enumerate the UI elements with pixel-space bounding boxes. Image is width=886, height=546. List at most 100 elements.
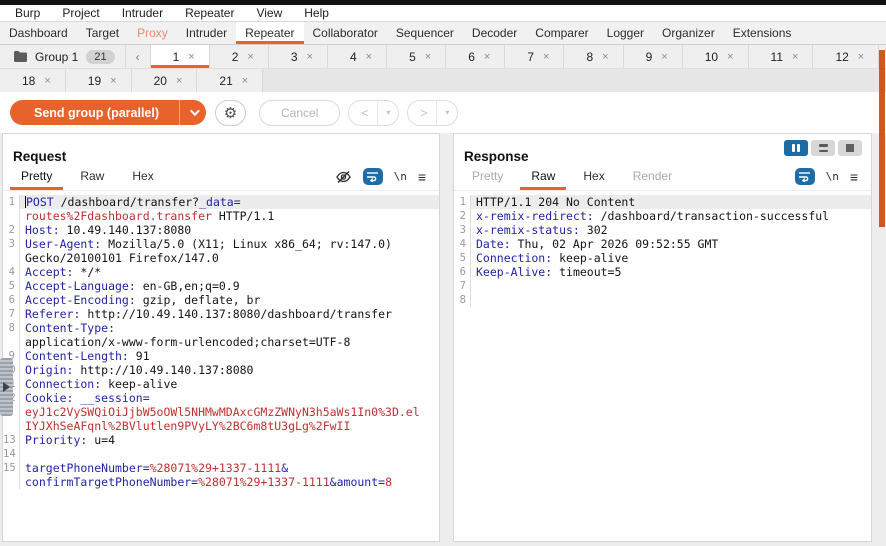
tab-close-icon[interactable]: × bbox=[425, 51, 431, 63]
back-dropdown-icon[interactable]: ▾ bbox=[377, 100, 398, 125]
response-tab-pretty[interactable]: Pretty bbox=[458, 169, 517, 190]
editor-menu-icon[interactable]: ≡ bbox=[418, 170, 426, 184]
send-dropdown-button[interactable] bbox=[179, 100, 206, 125]
editor-line-text[interactable]: Connection: keep-alive bbox=[20, 377, 439, 391]
editor-line-text[interactable]: Content-Type: bbox=[20, 321, 439, 335]
tab-close-icon[interactable]: × bbox=[366, 51, 372, 63]
editor-line-text[interactable] bbox=[471, 293, 871, 307]
editor-line-text[interactable]: User-Agent: Mozilla/5.0 (X11; Linux x86_… bbox=[20, 237, 439, 251]
editor-line-text[interactable]: Host: 10.49.140.137:8080 bbox=[20, 223, 439, 237]
editor-line-text[interactable]: POST /dashboard/transfer?_data= bbox=[20, 195, 439, 209]
editor-line-text[interactable]: Origin: http://10.49.140.137:8080 bbox=[20, 363, 439, 377]
repeater-tab-8[interactable]: 8 × bbox=[564, 45, 624, 68]
forward-request-button[interactable]: > ▾ bbox=[407, 99, 459, 126]
editor-line-text[interactable] bbox=[471, 279, 871, 293]
tab-proxy[interactable]: Proxy bbox=[128, 22, 177, 44]
editor-line-text[interactable]: confirmTargetPhoneNumber=%28071%29+1337-… bbox=[20, 475, 439, 489]
word-wrap-icon[interactable] bbox=[794, 168, 815, 185]
tab-collaborator[interactable]: Collaborator bbox=[304, 22, 387, 44]
back-request-button[interactable]: < ▾ bbox=[348, 99, 400, 126]
request-tab-pretty[interactable]: Pretty bbox=[7, 169, 66, 190]
response-tab-hex[interactable]: Hex bbox=[569, 169, 618, 190]
tab-close-icon[interactable]: × bbox=[484, 51, 490, 63]
forward-dropdown-icon[interactable]: ▾ bbox=[436, 100, 457, 125]
tab-dashboard[interactable]: Dashboard bbox=[0, 22, 77, 44]
request-editor[interactable]: 1 POST /dashboard/transfer?_data= routes%2… bbox=[3, 191, 439, 489]
tab-decoder[interactable]: Decoder bbox=[463, 22, 526, 44]
editor-line-text[interactable] bbox=[20, 447, 439, 461]
tab-repeater[interactable]: Repeater bbox=[236, 22, 304, 44]
repeater-tab-7[interactable]: 7 × bbox=[505, 45, 565, 68]
tab-close-icon[interactable]: × bbox=[858, 51, 864, 63]
editor-line-text[interactable]: Cookie: __session= bbox=[20, 391, 439, 405]
editor-line-text[interactable]: x-remix-status: 302 bbox=[471, 223, 871, 237]
response-tab-raw[interactable]: Raw bbox=[517, 169, 569, 190]
menu-repeater[interactable]: Repeater bbox=[174, 6, 245, 20]
layout-rows-button[interactable] bbox=[811, 140, 835, 156]
repeater-tab-4[interactable]: 4 × bbox=[327, 45, 388, 68]
tab-close-icon[interactable]: × bbox=[242, 75, 248, 87]
repeater-tab-11[interactable]: 11 × bbox=[748, 45, 814, 68]
repeater-tab-1[interactable]: 1 × bbox=[150, 45, 210, 68]
editor-menu-icon[interactable]: ≡ bbox=[850, 170, 858, 184]
editor-line-text[interactable]: application/x-www-form-urlencoded;charse… bbox=[20, 335, 439, 349]
menu-burp[interactable]: Burp bbox=[4, 6, 51, 20]
request-tab-raw[interactable]: Raw bbox=[66, 169, 118, 190]
repeater-tab-3[interactable]: 3 × bbox=[268, 45, 328, 68]
response-tab-render[interactable]: Render bbox=[619, 169, 686, 190]
tab-close-icon[interactable]: × bbox=[543, 51, 549, 63]
tab-close-icon[interactable]: × bbox=[792, 51, 798, 63]
editor-line-text[interactable]: Keep-Alive: timeout=5 bbox=[471, 265, 871, 279]
expand-panel-handle[interactable] bbox=[0, 358, 13, 416]
editor-line-text[interactable]: Gecko/20100101 Firefox/147.0 bbox=[20, 251, 439, 265]
repeater-tab-19[interactable]: 19 × bbox=[65, 69, 132, 92]
cancel-button[interactable]: Cancel bbox=[259, 99, 341, 126]
repeater-tab-6[interactable]: 6 × bbox=[446, 45, 506, 68]
tab-close-icon[interactable]: × bbox=[188, 51, 194, 63]
editor-line-text[interactable]: IYJXhSeAFqnl%2BVlutlen9PVyLY%2BC6m8tU3gL… bbox=[20, 419, 439, 433]
repeater-tab-9[interactable]: 9 × bbox=[623, 45, 683, 68]
menu-view[interactable]: View bbox=[245, 6, 293, 20]
editor-line-text[interactable]: Referer: http://10.49.140.137:8080/dashb… bbox=[20, 307, 439, 321]
repeater-group-header[interactable]: Group 1 21 bbox=[0, 45, 126, 68]
tab-extensions[interactable]: Extensions bbox=[724, 22, 801, 44]
tab-close-icon[interactable]: × bbox=[247, 51, 253, 63]
editor-line-text[interactable]: Accept: */* bbox=[20, 265, 439, 279]
tab-close-icon[interactable]: × bbox=[176, 75, 182, 87]
repeater-tab-10[interactable]: 10 × bbox=[682, 45, 749, 68]
tab-logger[interactable]: Logger bbox=[598, 22, 653, 44]
repeater-tab-18[interactable]: 18 × bbox=[0, 69, 66, 92]
repeater-tab-21[interactable]: 21 × bbox=[197, 69, 264, 92]
tab-close-icon[interactable]: × bbox=[44, 75, 50, 87]
menu-intruder[interactable]: Intruder bbox=[111, 6, 174, 20]
repeater-tab-12[interactable]: 12 × bbox=[813, 45, 880, 68]
tab-organizer[interactable]: Organizer bbox=[653, 22, 724, 44]
tab-close-icon[interactable]: × bbox=[602, 51, 608, 63]
editor-line-text[interactable]: Connection: keep-alive bbox=[471, 251, 871, 265]
tab-target[interactable]: Target bbox=[77, 22, 128, 44]
editor-line-text[interactable]: targetPhoneNumber=%28071%29+1337-1111& bbox=[20, 461, 439, 475]
editor-line-text[interactable]: Date: Thu, 02 Apr 2026 09:52:55 GMT bbox=[471, 237, 871, 251]
editor-line-text[interactable]: HTTP/1.1 204 No Content bbox=[471, 195, 871, 209]
editor-line-text[interactable]: eyJ1c2VySWQiOiJjbW5oOWl5NHMwMDAxcGMzZWNy… bbox=[20, 405, 439, 419]
newline-icon[interactable]: \n bbox=[394, 170, 407, 183]
send-group-button[interactable]: Send group (parallel) bbox=[10, 100, 207, 125]
editor-line-text[interactable]: Priority: u=4 bbox=[20, 433, 439, 447]
layout-single-button[interactable] bbox=[838, 140, 862, 156]
response-editor[interactable]: 1 HTTP/1.1 204 No Content 2 x-remix-redirec… bbox=[454, 191, 871, 307]
tab-intruder[interactable]: Intruder bbox=[177, 22, 236, 44]
repeater-tab-20[interactable]: 20 × bbox=[131, 69, 198, 92]
editor-line-text[interactable]: Accept-Language: en-GB,en;q=0.9 bbox=[20, 279, 439, 293]
editor-line-text[interactable]: routes%2Fdashboard.transfer HTTP/1.1 bbox=[20, 209, 439, 223]
editor-line-text[interactable]: Accept-Encoding: gzip, deflate, br bbox=[20, 293, 439, 307]
eye-off-icon[interactable] bbox=[335, 170, 352, 184]
editor-line-text[interactable]: Content-Length: 91 bbox=[20, 349, 439, 363]
tab-close-icon[interactable]: × bbox=[727, 51, 733, 63]
tab-sequencer[interactable]: Sequencer bbox=[387, 22, 463, 44]
repeater-tab-5[interactable]: 5 × bbox=[387, 45, 447, 68]
newline-icon[interactable]: \n bbox=[826, 170, 839, 183]
request-tab-hex[interactable]: Hex bbox=[118, 169, 167, 190]
word-wrap-icon[interactable] bbox=[362, 168, 383, 185]
tab-close-icon[interactable]: × bbox=[661, 51, 667, 63]
tab-close-icon[interactable]: × bbox=[110, 75, 116, 87]
